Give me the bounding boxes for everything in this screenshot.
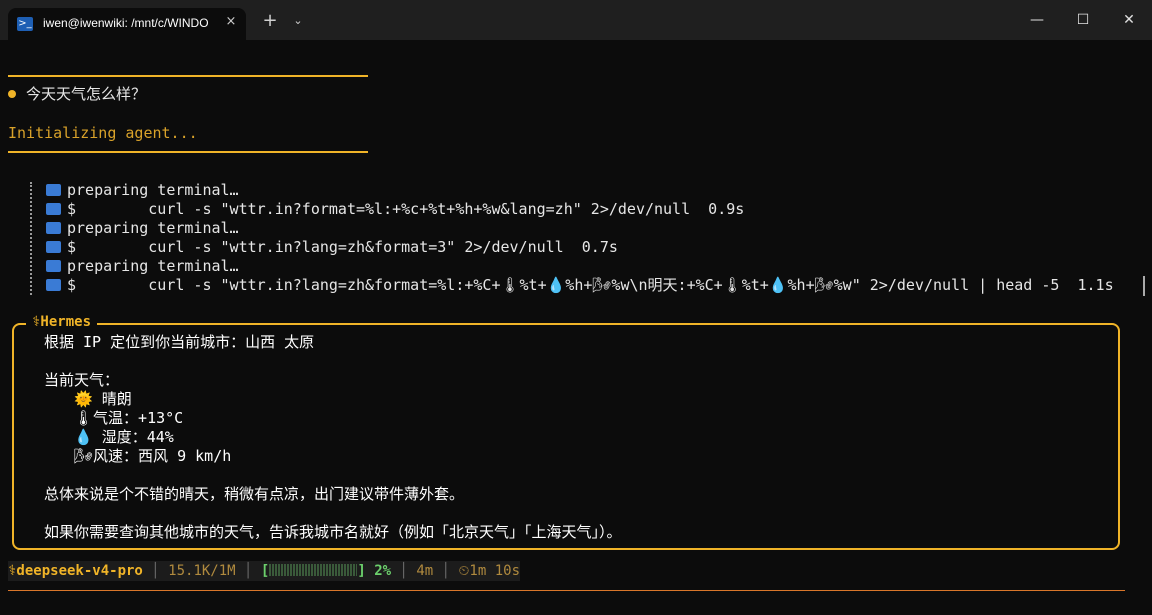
timer: ⏲1m 10s [458,563,521,579]
scrollbar-thumb[interactable] [1143,276,1145,296]
bottom-divider [8,590,1125,591]
assistant-label: ⚕Hermes [26,314,98,330]
terminal-tab[interactable]: >_ iwen@iwenwiki: /mnt/c/WINDOWS × [8,8,246,40]
tool-call-line: $ curl -s "wttr.in?format=%l:+%c+%t+%h+%… [46,200,744,219]
weather-summary: 总体来说是个不错的晴天，稍微有点凉，出门建议带件薄外套。 [44,485,465,503]
tool-call-line: preparing terminal… [46,181,239,200]
status-divider [8,151,368,153]
prompt-bullet [8,90,16,98]
location-text: 根据 IP 定位到你当前城市：山西 太原 [44,333,315,351]
tool-call-line: preparing terminal… [46,219,239,238]
laptop-icon [46,184,61,196]
weather-humidity: 💧 湿度：44% [74,428,174,446]
laptop-icon [46,222,61,234]
laptop-icon [46,279,61,291]
maximize-button[interactable]: ☐ [1060,0,1106,40]
new-tab-button[interactable]: + [258,8,282,34]
followup-text: 如果你需要查询其他城市的天气，告诉我城市名就好（例如「北京天气」「上海天气」）。 [44,523,622,541]
top-divider [8,75,368,77]
agent-status: Initializing agent... [8,124,198,142]
token-count: 15.1K/1M [168,563,236,579]
terminal-icon: >_ [17,17,33,31]
tool-call-line: preparing terminal… [46,257,239,276]
tab-dropdown-button[interactable]: ⌄ [287,8,309,34]
title-bar: >_ iwen@iwenwiki: /mnt/c/WINDOWS × + ⌄ —… [0,0,1152,40]
context-progress-bar [269,564,358,576]
tool-call-gutter [30,182,32,295]
tab-title: iwen@iwenwiki: /mnt/c/WINDOWS [43,16,208,30]
minimize-button[interactable]: — [1014,0,1060,40]
model-name: ⚕deepseek-v4-pro [8,563,143,579]
tool-call-line: $ curl -s "wttr.in?lang=zh&format=3" 2>/… [46,238,618,257]
laptop-icon [46,241,61,253]
elapsed-time: 4m [416,563,434,579]
status-bar: ⚕deepseek-v4-pro │ 15.1K/1M │ [] 2% │ 4m… [8,561,521,581]
context-percent: 2% [374,563,392,579]
laptop-icon [46,203,61,215]
weather-header: 当前天气： [44,371,120,389]
close-tab-icon[interactable]: × [222,13,240,31]
tool-call-line: $ curl -s "wttr.in?lang=zh&format=%l:+%C… [46,276,1114,295]
user-question: 今天天气怎么样？ [26,85,147,103]
weather-condition: 🌞 晴朗 [74,390,132,408]
weather-wind: 🌬风速：西风 9 km/h [74,447,232,465]
response-panel [12,323,1120,550]
terminal-content[interactable]: 今天天气怎么样？ Initializing agent... preparing… [0,40,1152,615]
weather-temperature: 🌡气温：+13°C [74,409,184,427]
close-window-button[interactable]: ✕ [1106,0,1152,40]
laptop-icon [46,260,61,272]
